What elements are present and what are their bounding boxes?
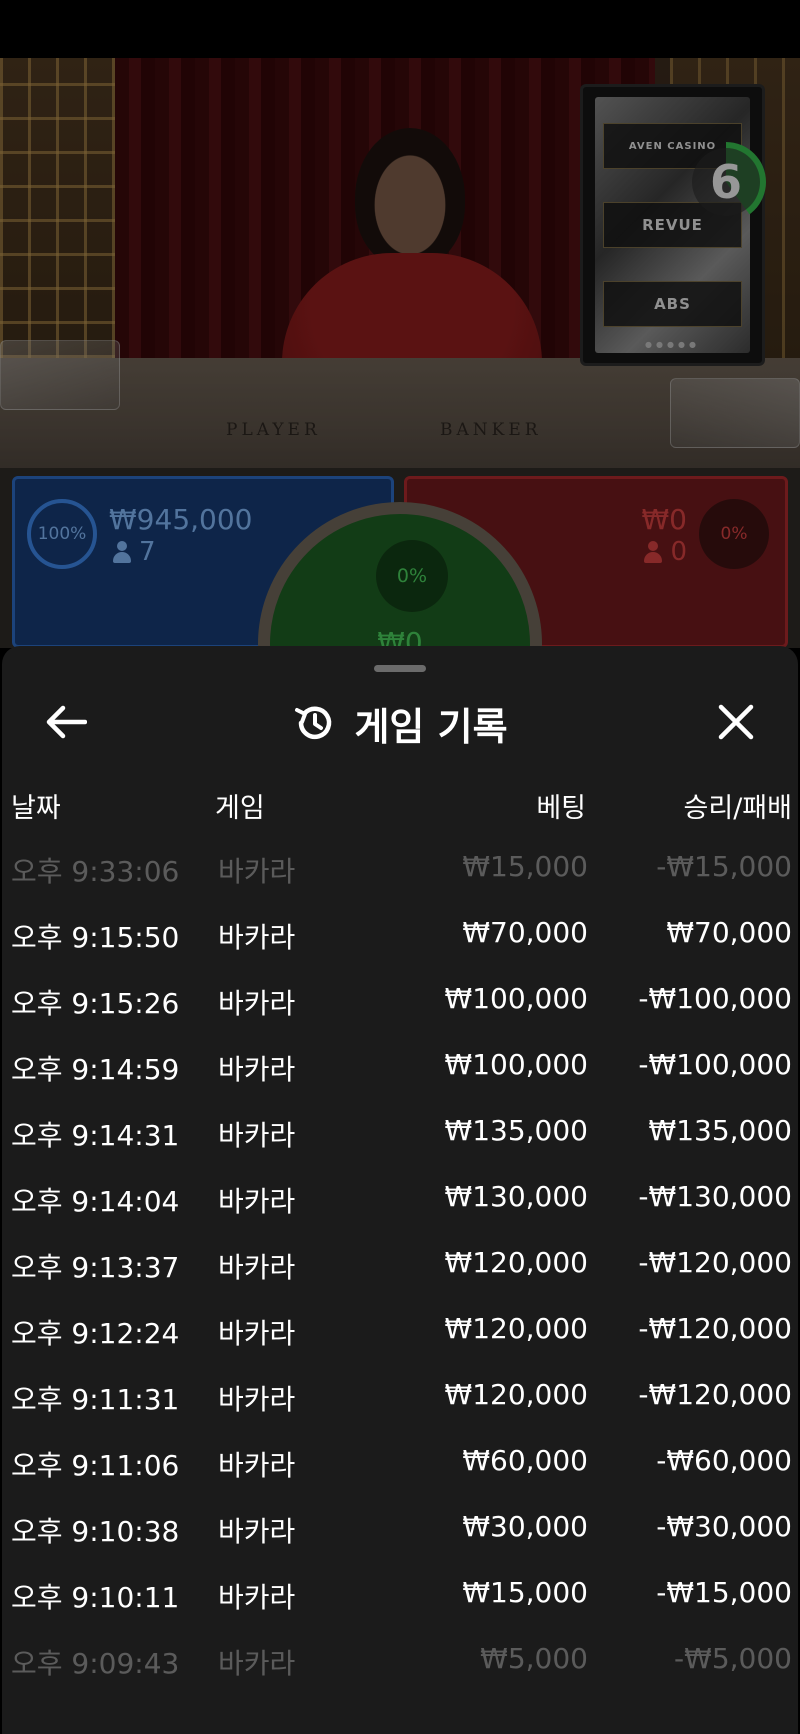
history-table-body[interactable]: 오후 9:33:06 바카라 ₩15,000 -₩15,000 오후 9:15:… <box>2 842 798 1700</box>
close-button[interactable] <box>708 698 764 746</box>
row-result: ₩70,000 <box>666 916 792 949</box>
column-header-bet: 베팅 <box>536 793 586 824</box>
table-row[interactable]: 오후 9:15:50 바카라 ₩70,000 ₩70,000 <box>2 908 798 974</box>
row-bet: ₩5,000 <box>480 1642 588 1675</box>
row-result: -₩120,000 <box>638 1246 792 1279</box>
arrow-left-icon <box>46 705 87 739</box>
row-result: -₩130,000 <box>638 1180 792 1213</box>
table-row[interactable]: 오후 9:12:24 바카라 ₩120,000 -₩120,000 <box>2 1304 798 1370</box>
row-bet: ₩100,000 <box>444 1048 588 1081</box>
row-time: 오후 9:09:43 <box>11 1647 180 1680</box>
table-row[interactable]: 오후 9:15:26 바카라 ₩100,000 -₩100,000 <box>2 974 798 1040</box>
video-dim-overlay <box>0 58 800 468</box>
column-header-date: 날짜 <box>11 793 61 824</box>
row-result: -₩100,000 <box>638 982 792 1015</box>
table-row[interactable]: 오후 9:33:06 바카라 ₩15,000 -₩15,000 <box>2 842 798 908</box>
row-bet: ₩135,000 <box>444 1114 588 1147</box>
sheet-title: 게임 기록 <box>354 704 508 749</box>
sheet-drag-handle[interactable] <box>374 665 426 672</box>
bet-dim-overlay <box>0 468 800 648</box>
row-game: 바카라 <box>218 1185 296 1218</box>
row-bet: ₩15,000 <box>462 1576 588 1609</box>
live-video: PLAYER BANKER AVEN CASINO REVUE ABS ●●●●… <box>0 58 800 468</box>
row-game: 바카라 <box>218 1317 296 1350</box>
row-time: 오후 9:11:06 <box>11 1449 180 1482</box>
sheet-header: 게임 기록 <box>2 688 798 758</box>
row-result: ₩135,000 <box>648 1114 792 1147</box>
row-game: 바카라 <box>218 1515 296 1548</box>
column-header-result: 승리/패배 <box>683 793 792 824</box>
table-row[interactable]: 오후 9:11:31 바카라 ₩120,000 -₩120,000 <box>2 1370 798 1436</box>
row-time: 오후 9:12:24 <box>11 1317 180 1350</box>
row-time: 오후 9:14:31 <box>11 1119 180 1152</box>
row-bet: ₩120,000 <box>444 1312 588 1345</box>
row-bet: ₩70,000 <box>462 916 588 949</box>
row-result: -₩15,000 <box>656 1576 792 1609</box>
back-button[interactable] <box>38 698 94 746</box>
row-game: 바카라 <box>218 1053 296 1086</box>
row-game: 바카라 <box>218 921 296 954</box>
row-result: -₩120,000 <box>638 1312 792 1345</box>
row-result: -₩5,000 <box>674 1642 792 1675</box>
row-time: 오후 9:15:26 <box>11 987 180 1020</box>
row-time: 오후 9:33:06 <box>11 855 180 888</box>
table-row[interactable]: 오후 9:13:37 바카라 ₩120,000 -₩120,000 <box>2 1238 798 1304</box>
row-bet: ₩60,000 <box>462 1444 588 1477</box>
row-result: -₩100,000 <box>638 1048 792 1081</box>
table-row[interactable]: 오후 9:11:06 바카라 ₩60,000 -₩60,000 <box>2 1436 798 1502</box>
row-time: 오후 9:13:37 <box>11 1251 180 1284</box>
table-row[interactable]: 오후 9:10:11 바카라 ₩15,000 -₩15,000 <box>2 1568 798 1634</box>
row-bet: ₩130,000 <box>444 1180 588 1213</box>
row-time: 오후 9:14:59 <box>11 1053 180 1086</box>
row-result: -₩15,000 <box>656 850 792 883</box>
history-table-header: 날짜 게임 베팅 승리/패배 <box>2 786 798 826</box>
row-time: 오후 9:15:50 <box>11 921 180 954</box>
row-result: -₩60,000 <box>656 1444 792 1477</box>
row-time: 오후 9:11:31 <box>11 1383 180 1416</box>
row-game: 바카라 <box>218 855 296 888</box>
row-bet: ₩30,000 <box>462 1510 588 1543</box>
table-row[interactable]: 오후 9:14:31 바카라 ₩135,000 ₩135,000 <box>2 1106 798 1172</box>
column-header-game: 게임 <box>215 793 265 824</box>
row-time: 오후 9:10:11 <box>11 1581 180 1614</box>
row-result: -₩30,000 <box>656 1510 792 1543</box>
row-game: 바카라 <box>218 987 296 1020</box>
row-game: 바카라 <box>218 1581 296 1614</box>
row-result: -₩120,000 <box>638 1378 792 1411</box>
betting-area: 100% ₩945,000 7 0% ₩0 0 0% ₩0 <box>0 468 800 786</box>
status-bar <box>0 0 800 58</box>
table-row[interactable]: 오후 9:14:59 바카라 ₩100,000 -₩100,000 <box>2 1040 798 1106</box>
table-row[interactable]: 오후 9:09:43 바카라 ₩5,000 -₩5,000 <box>2 1634 798 1700</box>
row-game: 바카라 <box>218 1251 296 1284</box>
game-history-sheet: 게임 기록 날짜 게임 베팅 승리/패배 오후 9:33:06 바카라 ₩15,… <box>2 646 798 1734</box>
row-game: 바카라 <box>218 1449 296 1482</box>
history-icon <box>295 706 332 740</box>
table-row[interactable]: 오후 9:14:04 바카라 ₩130,000 -₩130,000 <box>2 1172 798 1238</box>
row-bet: ₩120,000 <box>444 1246 588 1279</box>
row-game: 바카라 <box>218 1383 296 1416</box>
row-bet: ₩100,000 <box>444 982 588 1015</box>
row-game: 바카라 <box>218 1647 296 1680</box>
row-time: 오후 9:14:04 <box>11 1185 180 1218</box>
row-bet: ₩120,000 <box>444 1378 588 1411</box>
row-game: 바카라 <box>218 1119 296 1152</box>
table-row[interactable]: 오후 9:10:38 바카라 ₩30,000 -₩30,000 <box>2 1502 798 1568</box>
row-bet: ₩15,000 <box>462 850 588 883</box>
close-icon <box>718 704 754 740</box>
row-time: 오후 9:10:38 <box>11 1515 180 1548</box>
